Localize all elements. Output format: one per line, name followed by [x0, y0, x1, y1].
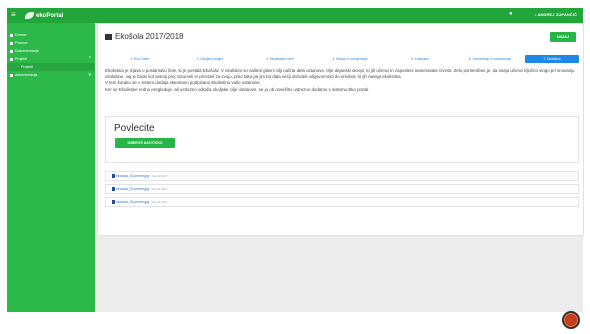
back-button[interactable]: NAZAJ — [550, 32, 576, 42]
home-icon — [10, 33, 13, 37]
file-row[interactable]: ekosola_01.primer.jpg (Sep 11 2017) — [105, 184, 579, 194]
projects-icon — [10, 57, 13, 61]
chevron-up-icon: ^ — [88, 56, 91, 62]
sidebar-item-home[interactable]: Domov — [7, 31, 95, 39]
sidebar-item-label: Dokumentacija — [15, 49, 39, 53]
sidebar-item-documentation[interactable]: Dokumentacija — [7, 47, 95, 55]
step-okoljski-pregled[interactable]: 2. Okoljski pregled — [175, 57, 245, 61]
file-link[interactable]: ekosola_01.primer.jpg — [116, 187, 149, 191]
step-eko-odbor[interactable]: 1. Eko Odbor — [105, 57, 175, 61]
file-link[interactable]: ekosola_01.primer.jpg — [116, 200, 149, 204]
step-ekoakcijski-nacrt[interactable]: 3. Ekoakcijski načrt — [245, 57, 315, 61]
documentation-icon — [10, 49, 13, 53]
top-bar: ≡ ekoPortal ● • ANDREJ ZUPANČIČ — [7, 8, 583, 23]
choose-file-button[interactable]: IZBERITE DATOTEKO — [115, 138, 175, 148]
file-date: (Sep 11 2017) — [151, 187, 168, 191]
sidebar-item-administration[interactable]: Administracija v — [7, 71, 95, 79]
step-nadzor[interactable]: 4. Nadzor in ocenjevanje — [315, 57, 385, 61]
logo-text: ekoPortal — [36, 12, 64, 19]
wizard-steps: 1. Eko Odbor 2. Okoljski pregled 3. Ekoa… — [105, 55, 579, 63]
sidebar-item-projects[interactable]: Projekti ^ — [7, 55, 95, 63]
description-paragraph: Ker se Ekolistine redno pregleduje, ali … — [105, 86, 370, 92]
description-paragraph: Ekolistina je izjava o poslanstvu šole, … — [105, 68, 575, 79]
sidebar-subitem-projects[interactable]: Projekti — [7, 63, 95, 71]
notification-bell-icon[interactable]: ● — [509, 11, 513, 17]
record-button-icon[interactable] — [562, 311, 580, 329]
page-title: Ekošola 2017/2018 — [105, 32, 184, 41]
dropzone-title: Povlecite — [114, 123, 155, 134]
file-date: (Sep 11 2017) — [151, 174, 168, 178]
step-description: Ekolistina je izjava o poslanstvu šole, … — [105, 68, 579, 93]
file-icon — [112, 200, 115, 204]
hamburger-menu-icon[interactable]: ≡ — [11, 11, 19, 19]
file-icon — [112, 187, 115, 191]
sidebar-item-label: Projekti — [15, 57, 27, 61]
chevron-down-icon: v — [88, 72, 92, 78]
sidebar-item-label: Administracija — [15, 73, 38, 77]
sidebar-item-label: Finance — [15, 41, 28, 45]
sidebar: Domov Finance Dokumentacija Projekti ^ P… — [7, 23, 95, 312]
user-menu[interactable]: • ANDREJ ZUPANČIČ — [535, 12, 577, 17]
step-obvescanje[interactable]: 6. Obveščanje in ozaveščanje — [455, 57, 525, 61]
step-kurikulum[interactable]: 5. Kurikulum — [385, 57, 455, 61]
sidebar-item-label: Domov — [15, 33, 27, 37]
leaf-logo-icon — [25, 12, 34, 19]
file-date: (Sep 11 2017) — [151, 200, 168, 204]
book-icon — [105, 33, 112, 40]
administration-icon — [10, 73, 13, 77]
main-panel: Ekošola 2017/2018 NAZAJ 1. Eko Odbor 2. … — [97, 23, 584, 236]
sidebar-item-finance[interactable]: Finance — [7, 39, 95, 47]
file-row[interactable]: ekosola_01.primer.jpg (Sep 11 2017) — [105, 171, 579, 181]
file-dropzone[interactable]: Povlecite IZBERITE DATOTEKO — [105, 116, 579, 163]
file-icon — [112, 174, 115, 178]
description-paragraph: V tem koraku se v sistem dodaja skeniran… — [105, 80, 261, 85]
step-ekolistina[interactable]: 7. Ekolistina — [525, 55, 579, 63]
finance-icon — [10, 41, 13, 45]
page-title-text: Ekošola 2017/2018 — [115, 32, 184, 41]
file-row[interactable]: ekosola_01.primer.jpg (Sep 11 2017) — [105, 197, 579, 207]
logo[interactable]: ekoPortal — [25, 10, 63, 21]
sidebar-subitem-label: Projekti — [21, 65, 33, 69]
file-link[interactable]: ekosola_01.primer.jpg — [116, 174, 149, 178]
